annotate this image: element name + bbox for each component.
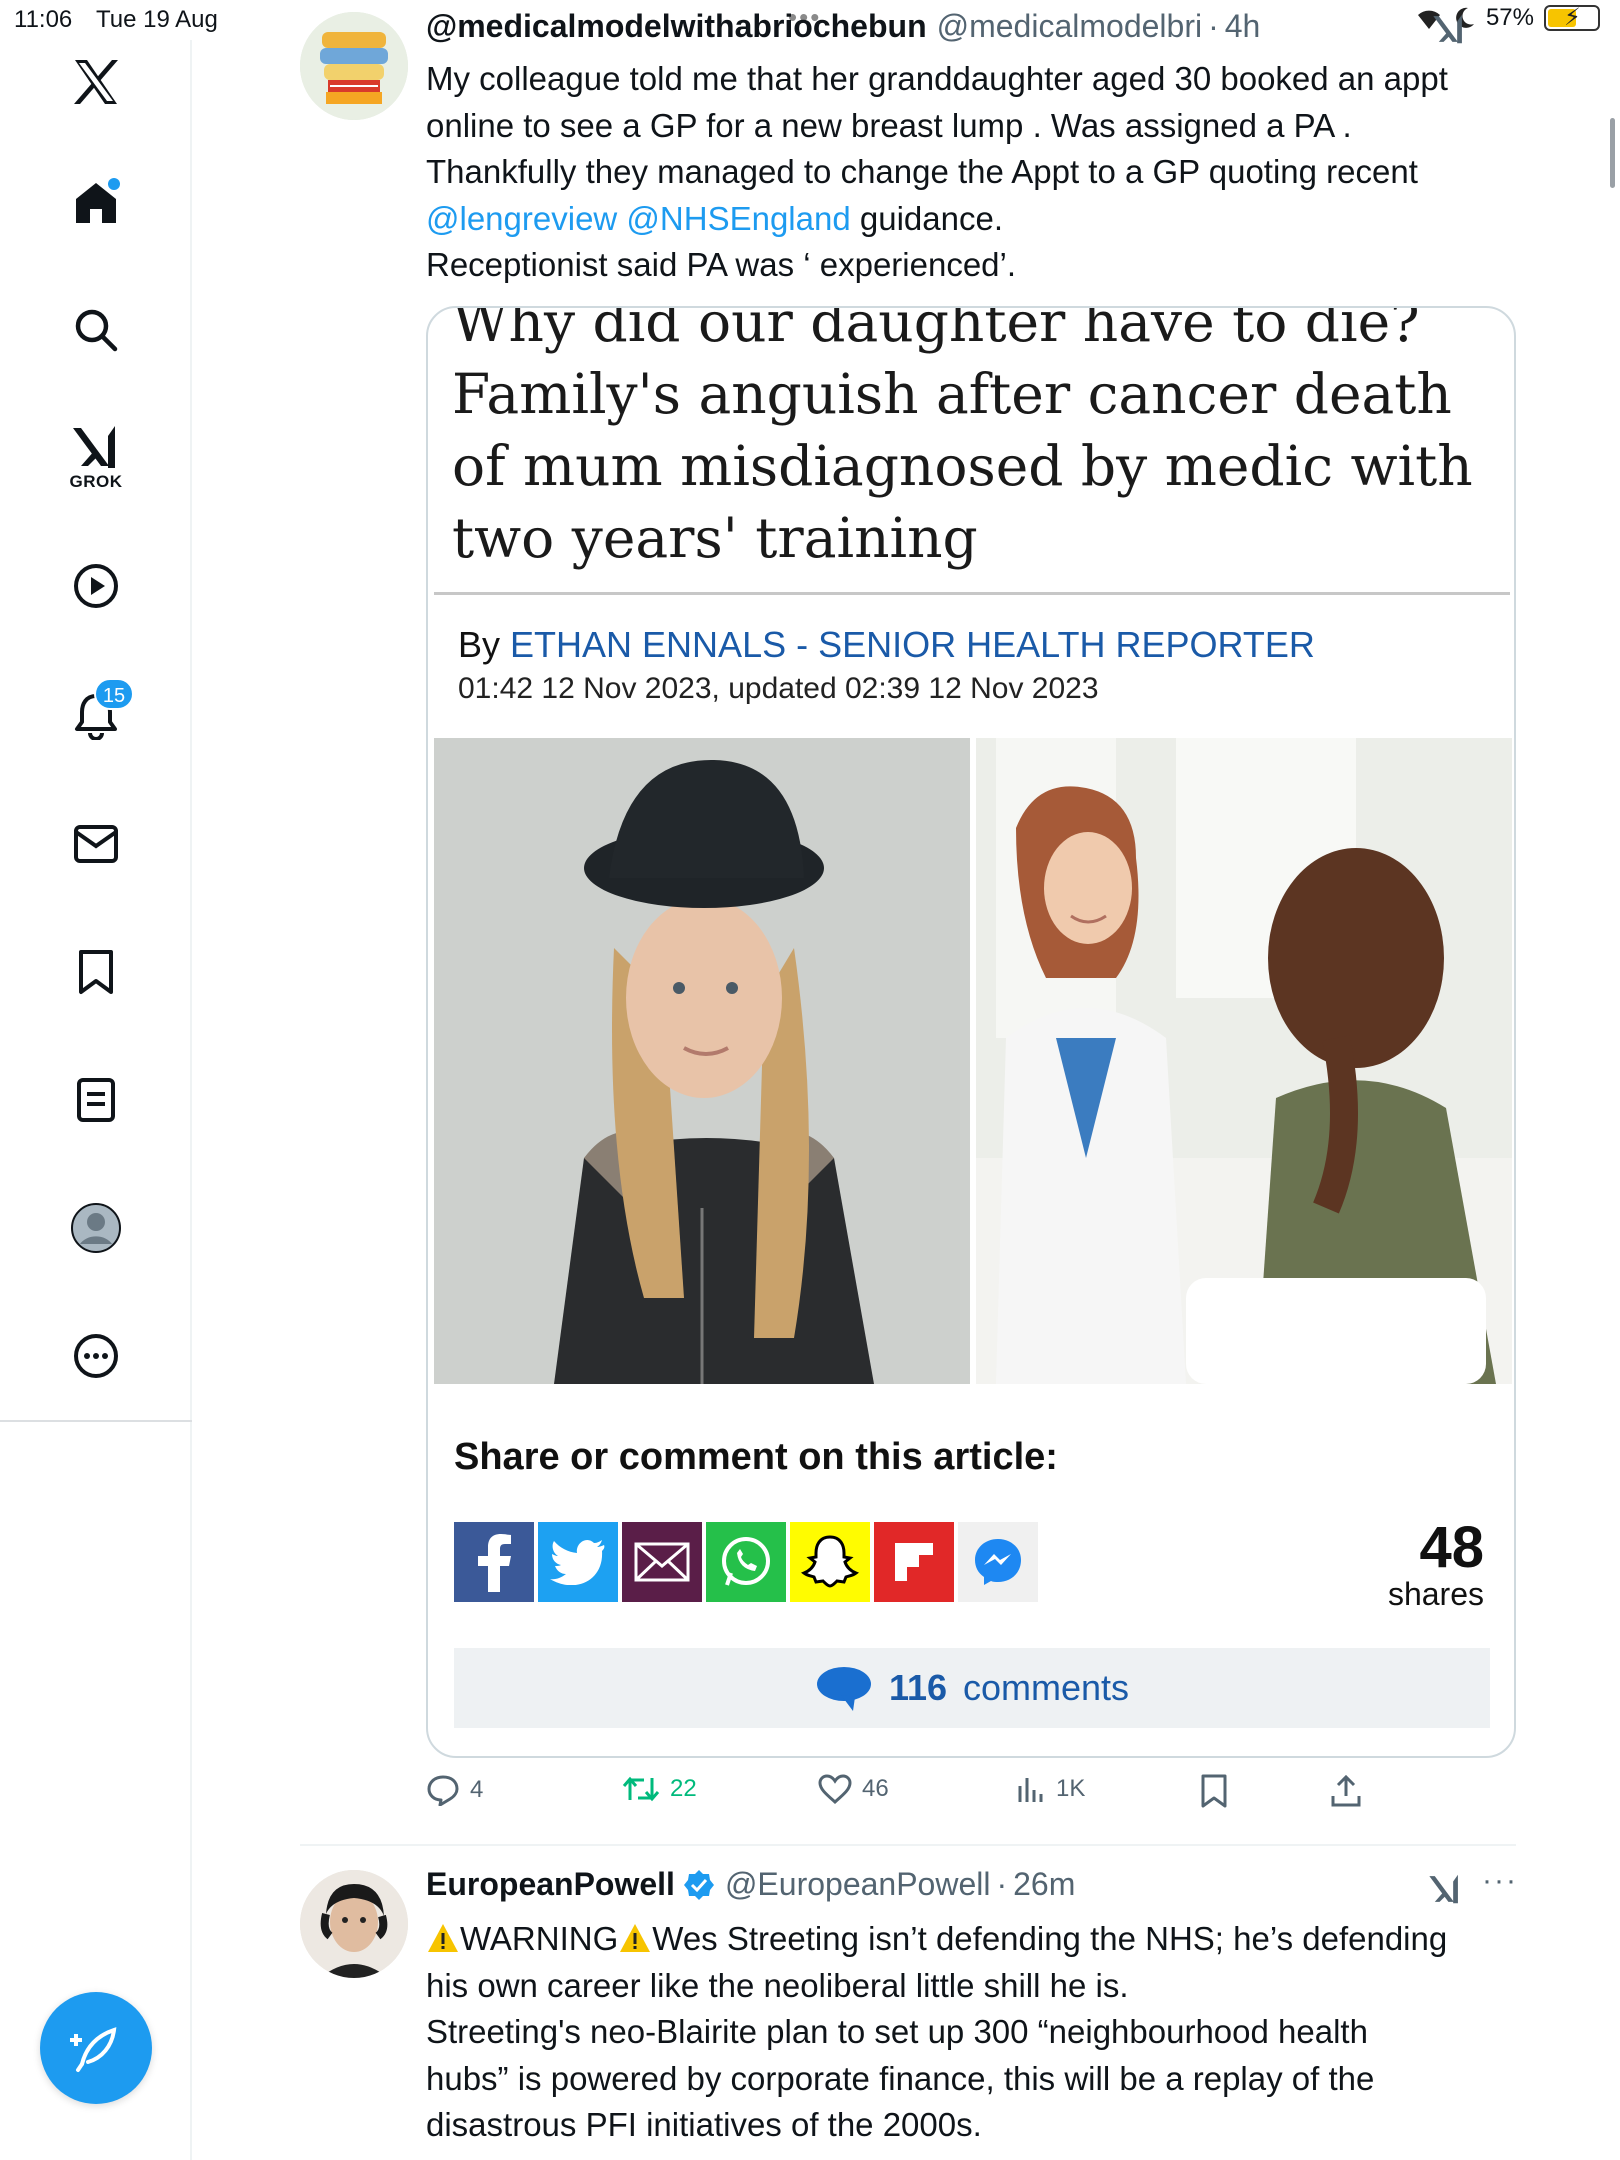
profile-avatar-icon (71, 1203, 121, 1253)
timeline-feed: @medicalmodelwithabriochebun @medicalmod… (192, 0, 1592, 2160)
share-heading: Share or comment on this article: (454, 1436, 1058, 1478)
man-portrait-avatar-image (300, 1870, 408, 1978)
article-byline: By ETHAN ENNALS - SENIOR HEALTH REPORTER (458, 624, 1315, 665)
comments-label: comments (963, 1667, 1130, 1708)
article-datetime: 01:42 12 Nov 2023, updated 02:39 12 Nov … (458, 672, 1099, 705)
grok-icon (1429, 1874, 1458, 1904)
sidebar-divider (0, 1420, 192, 1422)
grok-icon (1433, 14, 1462, 44)
gmc-cartoon-avatar-image (300, 12, 408, 120)
email-share-icon (622, 1522, 702, 1602)
sidebar-item-more[interactable] (46, 1316, 146, 1396)
bookmark-icon (79, 950, 113, 994)
avatar[interactable] (300, 1870, 408, 1978)
whatsapp-icon (706, 1522, 786, 1602)
sidebar-item-home[interactable] (46, 162, 146, 242)
grok-icon (73, 426, 115, 468)
like-button[interactable]: 46 (818, 1774, 889, 1804)
like-count: 46 (862, 1775, 889, 1802)
warning-sign-icon (428, 1924, 458, 1952)
author-handle[interactable]: @EuropeanPowell (725, 1866, 991, 1903)
sidebar-nav: GROK 15 (0, 40, 192, 2160)
snapchat-ghost-icon (790, 1522, 870, 1602)
envelope-icon (74, 825, 118, 863)
doctor-consultation-photo (976, 738, 1512, 1384)
notification-count-badge: 15 (94, 678, 134, 710)
mention-link[interactable]: @lengreview (426, 200, 617, 237)
sidebar-item-profile[interactable] (46, 1188, 146, 1268)
play-icon (74, 564, 118, 608)
author-handle[interactable]: @medicalmodelbri (937, 8, 1202, 45)
sidebar-item-bookmarks[interactable] (46, 932, 146, 1012)
article-image-card[interactable]: Why did our daughter have to die? Family… (426, 306, 1516, 1758)
post-divider (300, 1844, 1516, 1846)
post-actions: 4 22 46 1K (426, 1774, 1426, 1822)
article-headline: Why did our daughter have to die? Family… (452, 306, 1473, 570)
more-options-icon[interactable]: ··· (1482, 1864, 1518, 1898)
woman-in-hat-photo (434, 738, 970, 1384)
shares-label: shares (1387, 1576, 1484, 1612)
sidebar-item-lists[interactable] (46, 1060, 146, 1140)
sidebar-item-messages[interactable] (46, 804, 146, 884)
flipboard-icon (874, 1522, 954, 1602)
verified-badge-icon (683, 1869, 715, 1901)
reply-button[interactable]: 4 (426, 1774, 483, 1806)
views-count: 1K (1056, 1775, 1086, 1802)
compose-feather-icon (70, 2027, 117, 2072)
sidebar-item-video[interactable] (46, 546, 146, 626)
search-icon (75, 309, 118, 352)
article-divider (434, 592, 1510, 595)
bookmark-icon (1201, 1774, 1227, 1808)
sidebar-item-grok[interactable]: GROK (46, 418, 146, 498)
messenger-icon (958, 1522, 1038, 1602)
scrollbar-thumb[interactable] (1610, 118, 1615, 188)
article-author: ETHAN ENNALS - SENIOR HEALTH REPORTER (510, 624, 1315, 665)
comments-bar: 116 comments (454, 1648, 1490, 1728)
more-circle-icon (74, 1334, 118, 1378)
post-text: WARNING Wes Streeting isn’t defending the… (426, 1920, 1448, 2143)
share-upload-icon (1331, 1774, 1361, 1807)
twitter-bird-icon (538, 1522, 618, 1602)
repost-button[interactable]: 22 (622, 1774, 697, 1804)
mention-link[interactable]: @NHSEngland (626, 200, 850, 237)
compose-post-button[interactable] (40, 1992, 152, 2104)
grok-explain-button[interactable] (1432, 12, 1466, 46)
post-time[interactable]: 4h (1225, 8, 1261, 45)
bookmark-button[interactable] (1200, 1774, 1228, 1808)
grok-label: GROK (69, 472, 123, 491)
new-posts-dot (108, 178, 120, 190)
sidebar-item-notifications[interactable]: 15 (46, 676, 146, 756)
author-name[interactable]: EuropeanPowell (426, 1866, 675, 1903)
status-time: 11:06 (14, 6, 73, 33)
warning-sign-icon (620, 1924, 651, 1952)
list-document-icon (77, 1078, 115, 1122)
repost-icon (622, 1776, 660, 1802)
heart-icon (818, 1774, 852, 1804)
x-logo-icon[interactable] (46, 42, 146, 122)
post-time[interactable]: 26m (1013, 1866, 1075, 1903)
comments-count: 116 (888, 1667, 948, 1708)
avatar[interactable] (300, 12, 408, 120)
reply-icon (427, 1775, 459, 1806)
post-text: My colleague told me that her granddaugh… (426, 60, 1448, 283)
share-buttons (454, 1522, 1038, 1602)
author-name[interactable]: @medicalmodelwithabriochebun (426, 8, 927, 45)
shares-count: 48 (1419, 1515, 1484, 1580)
reply-count: 4 (470, 1776, 484, 1803)
views-bar-chart-icon (1018, 1778, 1043, 1802)
grok-explain-button[interactable] (1428, 1872, 1462, 1906)
facebook-icon (454, 1522, 534, 1602)
views-button[interactable]: 1K (1016, 1774, 1085, 1804)
repost-count: 22 (670, 1775, 697, 1802)
share-button[interactable] (1330, 1774, 1362, 1808)
sidebar-item-search[interactable] (46, 290, 146, 370)
speech-bubble-icon (816, 1667, 871, 1711)
